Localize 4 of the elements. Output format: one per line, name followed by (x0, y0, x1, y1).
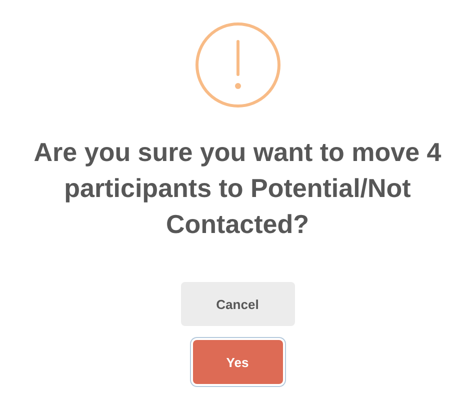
warning-icon (194, 22, 280, 108)
cancel-button[interactable]: Cancel (180, 282, 294, 326)
confirm-button[interactable]: Yes (192, 340, 282, 384)
dialog-title: Are you sure you want to move 4 participants to Potential/Not Contacted? (32, 136, 442, 241)
